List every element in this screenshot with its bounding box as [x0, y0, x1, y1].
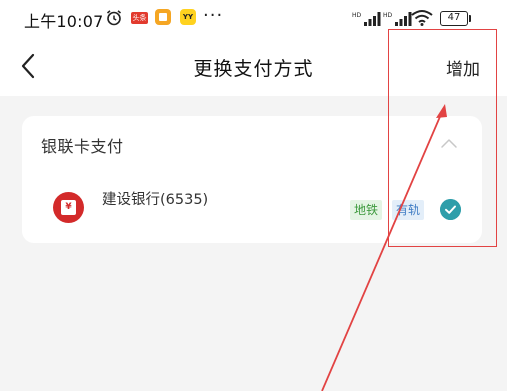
- alarm-clock-icon: [106, 10, 122, 26]
- page-title: 更换支付方式: [193, 58, 314, 80]
- orange-app-icon: [155, 9, 171, 25]
- unionpay-section-card: 银联卡支付 ¥ 建设银行(6535) 地铁 有轨: [22, 116, 482, 243]
- navbar: 更换支付方式 增加: [0, 40, 507, 92]
- check-circle-icon[interactable]: [440, 199, 461, 220]
- bank-card-name[interactable]: 建设银行(6535): [102, 188, 208, 209]
- status-time: 上午10:07: [24, 12, 104, 31]
- wifi-icon: [411, 10, 433, 26]
- battery-tip: [469, 15, 471, 22]
- svg-text:HD: HD: [383, 12, 393, 19]
- tag-rail: 有轨: [392, 200, 425, 220]
- svg-text:HD: HD: [352, 12, 362, 19]
- status-bar: 上午10:07 头条 YY ··· HD HD 47: [0, 0, 507, 36]
- bank-logo-glyph: ¥: [61, 200, 76, 215]
- ccb-bank-logo-icon: ¥: [53, 192, 84, 223]
- yellow-app-icon: YY: [180, 9, 196, 25]
- chevron-up-icon[interactable]: [439, 136, 459, 150]
- section-title: 银联卡支付: [41, 137, 124, 156]
- news-app-icon: 头条: [131, 12, 148, 24]
- hd-signal-icon: HD: [383, 12, 412, 26]
- add-button[interactable]: 增加: [446, 55, 480, 80]
- tag-metro: 地铁: [350, 200, 383, 220]
- more-notifications-icon: ···: [203, 5, 224, 26]
- battery-icon: 47: [440, 11, 468, 26]
- hd-signal-icon: HD: [352, 12, 381, 26]
